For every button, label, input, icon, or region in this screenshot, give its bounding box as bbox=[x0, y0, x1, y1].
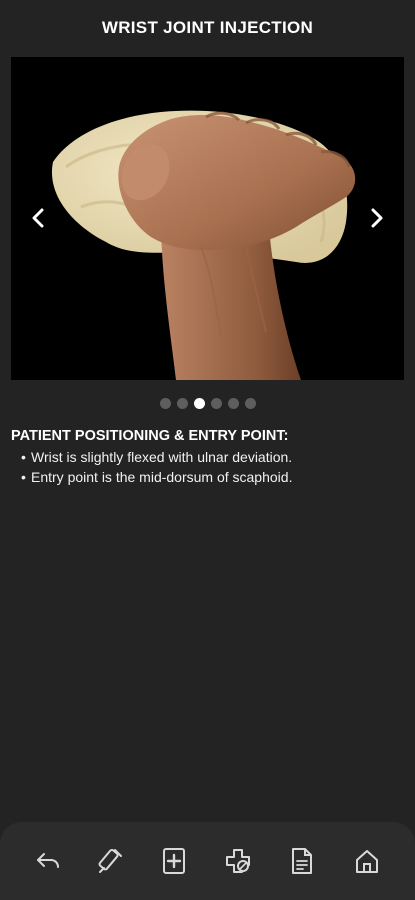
injection-button[interactable] bbox=[93, 844, 127, 878]
pagination-dot-3-active[interactable] bbox=[193, 398, 205, 409]
medicine-icon bbox=[226, 849, 250, 873]
next-slide-button[interactable] bbox=[362, 203, 392, 233]
pagination-dot-5[interactable] bbox=[227, 398, 239, 409]
back-button[interactable] bbox=[31, 844, 65, 878]
bullet-text: Entry point is the mid-dorsum of scaphoi… bbox=[31, 469, 293, 485]
pagination-dot-2[interactable] bbox=[176, 398, 188, 409]
notes-document-icon bbox=[292, 848, 312, 874]
bullet-marker: • bbox=[21, 469, 26, 485]
home-icon bbox=[356, 850, 378, 873]
image-carousel[interactable] bbox=[11, 57, 404, 380]
previous-slide-button[interactable] bbox=[23, 203, 53, 233]
pagination-dot-6[interactable] bbox=[244, 398, 256, 409]
bullet-item: • Wrist is slightly flexed with ulnar dev… bbox=[11, 447, 406, 467]
positioning-section: PATIENT POSITIONING & ENTRY POINT: • Wris… bbox=[11, 428, 406, 487]
hand-towel-image bbox=[51, 110, 356, 380]
page-title: WRIST JOINT INJECTION bbox=[101, 18, 314, 37]
medical-record-button[interactable] bbox=[157, 844, 191, 878]
bullet-text: Wrist is slightly flexed with ulnar devi… bbox=[31, 449, 293, 465]
notes-button[interactable] bbox=[285, 844, 319, 878]
back-arrow-icon bbox=[37, 853, 59, 868]
pagination-dot-4[interactable] bbox=[210, 398, 222, 409]
medical-document-icon bbox=[163, 848, 185, 874]
medicine-button[interactable] bbox=[221, 844, 255, 878]
home-button[interactable] bbox=[350, 844, 384, 878]
carousel-pagination bbox=[0, 398, 415, 409]
chevron-left-icon bbox=[32, 208, 44, 228]
chevron-right-icon bbox=[371, 208, 383, 228]
bullet-marker: • bbox=[21, 449, 26, 465]
section-heading: PATIENT POSITIONING & ENTRY POINT: bbox=[11, 428, 289, 444]
syringe-icon bbox=[98, 848, 122, 873]
bottom-navigation-bar bbox=[0, 822, 415, 900]
bullet-item: • Entry point is the mid-dorsum of scapho… bbox=[11, 467, 406, 487]
pagination-dot-1[interactable] bbox=[159, 398, 171, 409]
